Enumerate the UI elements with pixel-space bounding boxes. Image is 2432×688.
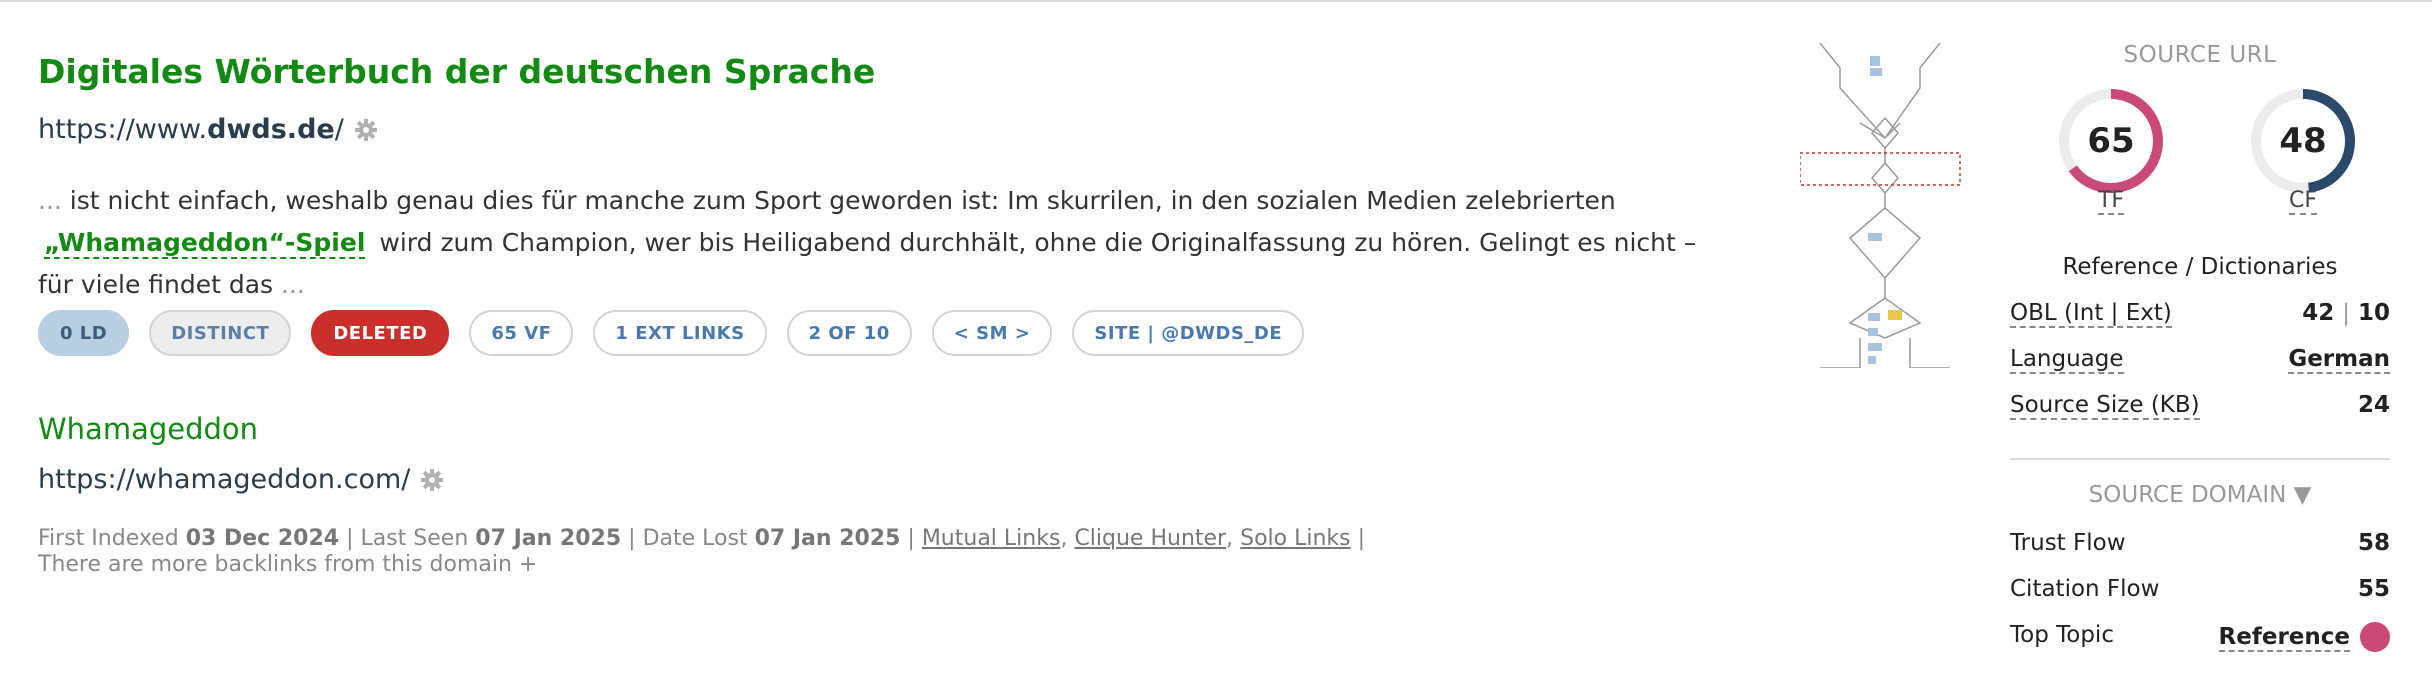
- date-lost-value: 07 Jan 2025: [754, 526, 901, 551]
- url-domain: dwds.de: [207, 114, 335, 145]
- top-topic-value[interactable]: Reference: [2218, 622, 2390, 652]
- language-label-text: Language: [2010, 346, 2124, 374]
- pill-position[interactable]: 2 OF 10: [786, 310, 912, 356]
- last-seen-label: Last Seen: [360, 526, 469, 551]
- source-url-heading: SOURCE URL: [2123, 42, 2277, 68]
- tf-gauge[interactable]: 65: [2056, 86, 2166, 196]
- language-value[interactable]: German: [2288, 346, 2390, 374]
- target-url-text: https://whamageddon.com/: [38, 464, 411, 495]
- citation-flow-value: 55: [2357, 576, 2390, 602]
- top-topic-text: Reference: [2218, 623, 2350, 652]
- cf-value: 48: [2279, 121, 2327, 161]
- date-lost-label: Date Lost: [642, 526, 748, 551]
- tf-value: 65: [2087, 121, 2135, 161]
- target-url[interactable]: https://whamageddon.com/: [38, 464, 444, 495]
- last-seen-value: 07 Jan 2025: [475, 526, 622, 551]
- citation-flow-label: Citation Flow: [2010, 576, 2160, 602]
- pill-deleted[interactable]: DELETED: [311, 310, 450, 356]
- clique-hunter-link[interactable]: Clique Hunter: [1074, 526, 1226, 551]
- url-prefix: https://www.: [38, 114, 208, 145]
- more-backlinks-link[interactable]: There are more backlinks from this domai…: [38, 552, 537, 577]
- citation-flow-row: Citation Flow 55: [2010, 576, 2390, 602]
- link-graph-chart[interactable]: [1800, 38, 1980, 368]
- size-label-text: Source Size (KB): [2010, 392, 2200, 420]
- obl-value: 42 | 10: [2302, 300, 2390, 326]
- source-domain-toggle[interactable]: SOURCE DOMAIN ▼: [2010, 482, 2390, 508]
- trust-flow-row: Trust Flow 58: [2010, 530, 2390, 556]
- size-value: 24: [2357, 392, 2390, 418]
- cf-label-text: CF: [2288, 188, 2317, 215]
- obl-row: OBL (Int | Ext) 42 | 10: [2010, 300, 2390, 328]
- target-title-link[interactable]: Whamageddon: [38, 412, 258, 446]
- gear-icon[interactable]: [354, 118, 378, 142]
- trust-flow-label: Trust Flow: [2010, 530, 2126, 556]
- solo-links-link[interactable]: Solo Links: [1240, 526, 1351, 551]
- cf-gauge[interactable]: 48: [2248, 86, 2358, 196]
- first-indexed-value: 03 Dec 2024: [185, 526, 340, 551]
- anchor-text-link[interactable]: „Whamageddon“-Spiel: [44, 228, 366, 259]
- topic-color-dot: [2360, 622, 2390, 652]
- obl-int: 42: [2302, 300, 2335, 326]
- result-url[interactable]: https://www. dwds.de /: [38, 114, 378, 145]
- gear-icon[interactable]: [420, 468, 444, 492]
- obl-ext: 10: [2357, 300, 2390, 326]
- obl-label[interactable]: OBL (Int | Ext): [2010, 300, 2172, 328]
- link-dates: First Indexed 03 Dec 2024 | Last Seen 07…: [38, 526, 1366, 577]
- result-title-link[interactable]: Digitales Wörterbuch der deutschen Sprac…: [38, 52, 875, 91]
- section-divider: [2010, 458, 2390, 460]
- pill-distinct[interactable]: DISTINCT: [149, 310, 292, 356]
- top-topic-row: Top Topic Reference: [2010, 622, 2390, 652]
- mutual-links-link[interactable]: Mutual Links: [922, 526, 1061, 551]
- size-row: Source Size (KB) 24: [2010, 392, 2390, 420]
- top-topic-label: Top Topic: [2010, 622, 2114, 648]
- snippet-before: ist nicht einfach, weshalb genau dies fü…: [69, 186, 1616, 215]
- pill-ext-links[interactable]: 1 EXT LINKS: [593, 310, 767, 356]
- result-snippet: ... ist nicht einfach, weshalb genau die…: [38, 180, 1698, 306]
- language-label[interactable]: Language: [2010, 346, 2124, 374]
- obl-label-text: OBL (Int | Ext): [2010, 300, 2172, 328]
- tag-pills: 0 LD DISTINCT DELETED 65 VF 1 EXT LINKS …: [38, 310, 1305, 356]
- pill-ld[interactable]: 0 LD: [38, 310, 130, 356]
- language-value-text: German: [2288, 346, 2390, 374]
- first-indexed-label: First Indexed: [38, 526, 179, 551]
- language-row: Language German: [2010, 346, 2390, 374]
- snippet-ellipsis-start: ...: [38, 186, 70, 215]
- cf-label[interactable]: CF: [2248, 188, 2358, 215]
- pill-site[interactable]: SITE | @DWDS_DE: [1072, 310, 1305, 356]
- topic-label: Reference / Dictionaries: [2062, 254, 2338, 280]
- pill-sm[interactable]: < SM >: [931, 310, 1053, 356]
- pill-vf[interactable]: 65 VF: [469, 310, 574, 356]
- tf-label-text: TF: [2097, 188, 2125, 215]
- trust-flow-value: 58: [2357, 530, 2390, 556]
- snippet-ellipsis-end: ...: [273, 270, 305, 299]
- size-label[interactable]: Source Size (KB): [2010, 392, 2200, 420]
- tf-label[interactable]: TF: [2056, 188, 2166, 215]
- url-suffix: /: [334, 114, 344, 145]
